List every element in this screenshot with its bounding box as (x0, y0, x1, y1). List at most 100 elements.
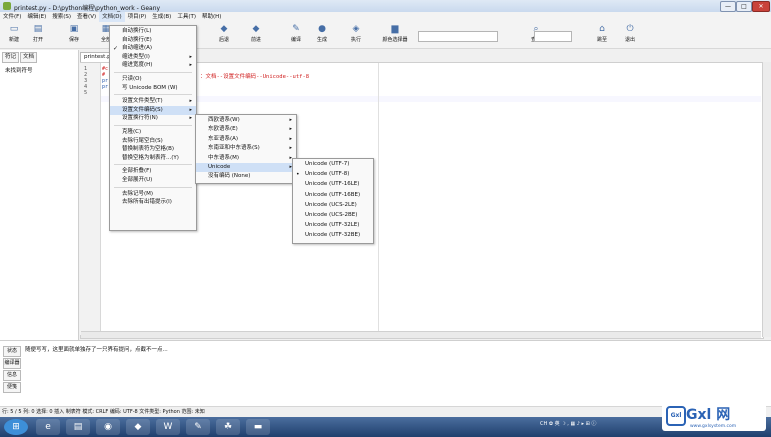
execute-button[interactable]: ◈ 执行 (346, 24, 366, 43)
tab-messages[interactable]: 信息 (3, 370, 21, 381)
build-button[interactable]: ● 生成 (312, 24, 332, 43)
menu-0[interactable]: 文件(F) (0, 12, 24, 22)
unicode-menu-item[interactable]: Unicode (UTF-16BE) (293, 191, 373, 200)
unicode-menu-item[interactable]: Unicode (UCS-2BE) (293, 211, 373, 220)
unicode-menu-item[interactable]: Unicode (UCS-2LE) (293, 201, 373, 210)
encoding-submenu: 西欧语系(W) ▸ 东欧语系(E) ▸ 东亚语系(A) ▸ 东南亚和中东语系(S) ▸ 中东语系… (195, 114, 297, 184)
menu-2[interactable]: 搜索(S) (49, 12, 74, 22)
taskbar-geany-icon[interactable]: ☘ (216, 419, 240, 435)
encoding-menu-item-label: 西欧语系(W) (208, 117, 240, 123)
title-bar: printest.py - D:\python编程\python_work - … (0, 0, 771, 12)
menu-4[interactable]: 文档(D) (99, 12, 125, 22)
document-menu-item-label: 写 Unicode BOM (W) (122, 84, 178, 91)
encoding-menu-item[interactable]: 东南亚和中东语系(S) ▸ (196, 144, 296, 153)
menu-7[interactable]: 工具(T) (174, 12, 199, 22)
unicode-submenu: Unicode (UTF-7) Unicode (UTF-8) • Unicode (… (292, 158, 374, 244)
vertical-scrollbar[interactable] (762, 62, 771, 337)
watermark-url: www.gxlsystem.com (690, 424, 737, 429)
sidebar-tab-documents[interactable]: 文档 (20, 52, 38, 63)
current-line-highlight (101, 96, 761, 102)
save-button[interactable]: ▣ 保存 (64, 24, 84, 43)
taskbar-ie-icon[interactable]: e (36, 419, 60, 435)
compile-button[interactable]: ✎ 编译 (286, 24, 306, 43)
document-menu-item-label: 去除行尾空白(S) (122, 137, 163, 144)
taskbar-chrome-icon[interactable]: ◉ (96, 419, 120, 435)
document-menu-item-label: 缩进宽度(H) (122, 62, 153, 69)
encoding-menu-item-label: 东欧语系(E) (208, 126, 238, 133)
goto-line-field[interactable] (534, 31, 572, 42)
taskbar-explorer-icon[interactable]: ▤ (66, 419, 90, 435)
unicode-menu-item[interactable]: Unicode (UTF-16LE) (293, 180, 373, 189)
close-window-button[interactable]: ✕ (752, 1, 770, 12)
document-menu-item[interactable]: 去除所有出错提示(I) (110, 198, 196, 207)
encoding-menu-item[interactable]: 东欧语系(E) ▸ (196, 125, 296, 134)
taskbar-word-icon[interactable]: W (156, 419, 180, 435)
menu-8[interactable]: 帮助(H) (199, 12, 224, 22)
encoding-menu-item[interactable]: 没有编码 (None) (196, 172, 296, 181)
document-menu-item-label: 缩进类型(I) (122, 53, 150, 60)
line-number: 5 (84, 90, 88, 96)
radio-selected-icon: • (296, 171, 300, 179)
maximize-button[interactable]: □ (736, 1, 752, 12)
unicode-menu-item[interactable]: Unicode (UTF-8) • (293, 170, 373, 179)
minimize-button[interactable]: — (720, 1, 736, 12)
new-file-button[interactable]: ▭ 新建 (4, 24, 24, 43)
long-line-marker (378, 63, 379, 335)
unicode-menu-item-label: Unicode (UTF-7) (305, 161, 350, 167)
unicode-menu-item[interactable]: Unicode (UTF-32BE) (293, 231, 373, 240)
compile-icon: ✎ (292, 24, 300, 34)
quit-button[interactable]: ⏻ 退出 (620, 24, 640, 43)
document-menu-item[interactable]: 全部展开(U) (110, 176, 196, 185)
document-menu-item[interactable]: 缩进宽度(H) ▸ (110, 61, 196, 70)
tab-compiler[interactable]: 编译器 (3, 358, 21, 369)
unicode-menu-item-label: Unicode (UCS-2BE) (305, 212, 358, 218)
quit-icon: ⏻ (626, 24, 634, 34)
system-tray[interactable]: CH ✿ 英 ☽ , ▦ ♪ ▸ ⊞ ⓘ (540, 420, 596, 427)
sidebar-symbols-text: 未找到符号 (5, 68, 33, 74)
search-field[interactable] (418, 31, 498, 42)
save-label: 保存 (68, 37, 79, 43)
horizontal-scrollbar[interactable] (81, 331, 761, 338)
open-button[interactable]: ▤ 打开 (28, 24, 48, 43)
tab-scribble[interactable]: 便笺 (3, 382, 21, 393)
encoding-menu-item[interactable]: 东亚语系(A) ▸ (196, 135, 296, 144)
unicode-menu-item[interactable]: Unicode (UTF-7) (293, 160, 373, 169)
tab-status[interactable]: 状态 (3, 346, 21, 357)
taskbar-paint-icon[interactable]: ✎ (186, 419, 210, 435)
document-menu-item[interactable]: 替换空格为制表符...(Y) (110, 154, 196, 163)
compile-label: 编译 (290, 37, 301, 43)
build-icon: ● (318, 24, 326, 34)
color-picker-icon: ▆ (391, 24, 399, 34)
document-menu-item-label: 自动缩进(A) (122, 45, 153, 52)
taskbar-terminal-icon[interactable]: ▬ (246, 419, 270, 435)
document-menu-item-label: 设置文件编码(S) (122, 106, 163, 113)
document-menu-item-label: 替换制表符为空格(B) (122, 146, 175, 153)
back-button[interactable]: ◆ 后退 (214, 24, 234, 43)
color-picker-button[interactable]: ▆ 颜色选择器 (378, 24, 412, 43)
unicode-menu-item[interactable]: Unicode (UTF-32LE) (293, 221, 373, 230)
menu-5[interactable]: 项目(P) (125, 12, 150, 22)
unicode-menu-item-label: Unicode (UTF-32BE) (305, 232, 361, 239)
new-file-label: 新建 (8, 37, 19, 43)
document-menu-item[interactable]: 设置换行符(N) ▸ (110, 114, 196, 123)
encoding-menu-item[interactable]: 西欧语系(W) ▸ (196, 116, 296, 125)
encoding-menu-item-label: 东亚语系(A) (208, 135, 239, 142)
execute-icon: ◈ (352, 24, 360, 34)
document-menu-item-label: 去除所有出错提示(I) (122, 199, 172, 206)
encoding-menu-item[interactable]: Unicode ▸ (196, 163, 296, 172)
forward-button[interactable]: ◆ 前进 (246, 24, 266, 43)
sidebar-tab-symbols[interactable]: 符记 (2, 52, 20, 63)
goto-button[interactable]: ⌂ 跳至 (592, 24, 612, 43)
line-number-gutter (80, 63, 101, 335)
menu-bar: 文件(F) 编辑(E) 搜索(S) 查看(V) 文档(D) 项目(P) 生成(B) 工具(T)… (0, 12, 771, 22)
forward-label: 前进 (250, 37, 261, 43)
menu-3[interactable]: 查看(V) (74, 12, 99, 22)
start-button[interactable]: ⊞ (4, 419, 28, 435)
taskbar-app-icon[interactable]: ◆ (126, 419, 150, 435)
submenu-arrow-icon: ▸ (289, 135, 292, 142)
menu-6[interactable]: 生成(B) (149, 12, 174, 22)
menu-1[interactable]: 编辑(E) (24, 12, 49, 22)
unicode-menu-item-label: Unicode (UTF-8) (305, 171, 350, 178)
document-menu-item[interactable]: 写 Unicode BOM (W) (110, 84, 196, 93)
encoding-menu-item[interactable]: 中东语系(M) ▸ (196, 154, 296, 163)
